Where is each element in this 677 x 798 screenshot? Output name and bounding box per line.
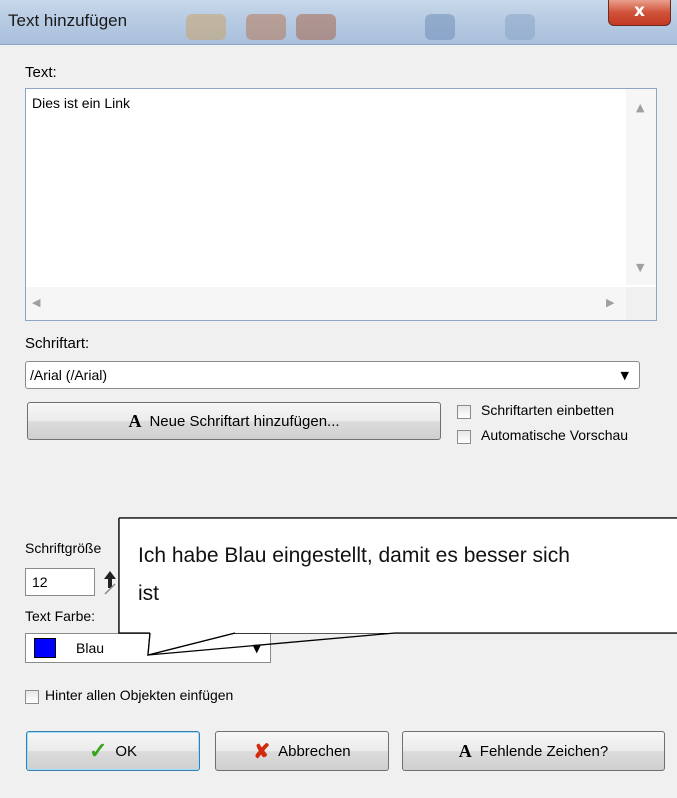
chevron-down-icon: ▼ — [252, 642, 261, 655]
x-icon: ✘ — [253, 740, 271, 763]
check-icon: ✓ — [88, 738, 108, 763]
ok-button[interactable]: ✓ OK — [26, 731, 200, 771]
title-bar: Text hinzufügen x — [0, 0, 677, 45]
scroll-up-icon[interactable]: ▲ — [636, 101, 644, 114]
text-color-select[interactable]: Blau ▼ — [25, 633, 271, 663]
callout-line-1: Ich habe Blau eingestellt, damit es bess… — [138, 544, 570, 567]
font-icon: A — [128, 410, 142, 431]
font-size-value: 12 — [32, 574, 48, 590]
text-input-value: Dies ist ein Link — [32, 95, 131, 111]
cancel-button-label: Abbrechen — [278, 742, 351, 760]
text-color-label: Text Farbe: — [25, 608, 96, 624]
add-font-button[interactable]: A Neue Schriftart hinzufügen... — [27, 402, 441, 440]
background-blur — [186, 14, 226, 40]
font-select[interactable]: /Arial (/Arial) ▼ — [25, 361, 640, 389]
embed-fonts-label: Schriftarten einbetten — [481, 402, 615, 418]
embed-fonts-checkbox[interactable] — [457, 405, 471, 419]
font-size-input[interactable]: 12 — [25, 568, 95, 596]
color-swatch — [34, 638, 56, 658]
font-icon: A — [458, 740, 472, 761]
close-button[interactable]: x — [608, 0, 671, 26]
vertical-scrollbar[interactable]: ▲ ▼ — [626, 89, 656, 285]
text-label: Text: — [25, 64, 57, 81]
callout-text: Ich habe Blau eingestellt, damit es bess… — [138, 537, 668, 613]
auto-preview-checkbox[interactable] — [457, 430, 471, 444]
missing-chars-button-label: Fehlende Zeichen? — [479, 742, 609, 760]
behind-objects-label: Hinter allen Objekten einfügen — [45, 687, 234, 703]
scroll-down-icon[interactable]: ▼ — [636, 261, 644, 274]
background-blur — [246, 14, 286, 40]
text-input[interactable]: Dies ist ein Link ▲ ▼ ◀ ▶ — [25, 88, 657, 321]
window-title: Text hinzufügen — [8, 11, 128, 30]
font-select-value: /Arial (/Arial) — [30, 367, 108, 383]
spin-up-icon[interactable] — [101, 568, 119, 596]
cancel-button[interactable]: ✘ Abbrechen — [215, 731, 389, 771]
background-blur — [425, 14, 455, 40]
background-blur — [505, 14, 535, 40]
chevron-down-icon: ▼ — [620, 369, 629, 382]
font-label: Schriftart: — [25, 335, 90, 352]
missing-chars-button[interactable]: A Fehlende Zeichen? — [402, 731, 665, 771]
background-blur — [296, 14, 336, 40]
scrollbar-corner — [626, 287, 656, 320]
ok-button-label: OK — [115, 742, 138, 760]
text-color-value: Blau — [76, 640, 105, 656]
scroll-left-icon[interactable]: ◀ — [32, 296, 40, 309]
add-font-button-label: Neue Schriftart hinzufügen... — [149, 412, 340, 430]
scroll-right-icon[interactable]: ▶ — [606, 296, 614, 309]
font-size-label: Schriftgröße — [25, 540, 102, 556]
close-icon: x — [634, 1, 645, 21]
horizontal-scrollbar[interactable]: ◀ ▶ — [26, 287, 626, 320]
behind-objects-checkbox[interactable] — [25, 690, 39, 704]
callout-line-2: ist — [138, 582, 159, 605]
auto-preview-label: Automatische Vorschau — [481, 427, 629, 443]
